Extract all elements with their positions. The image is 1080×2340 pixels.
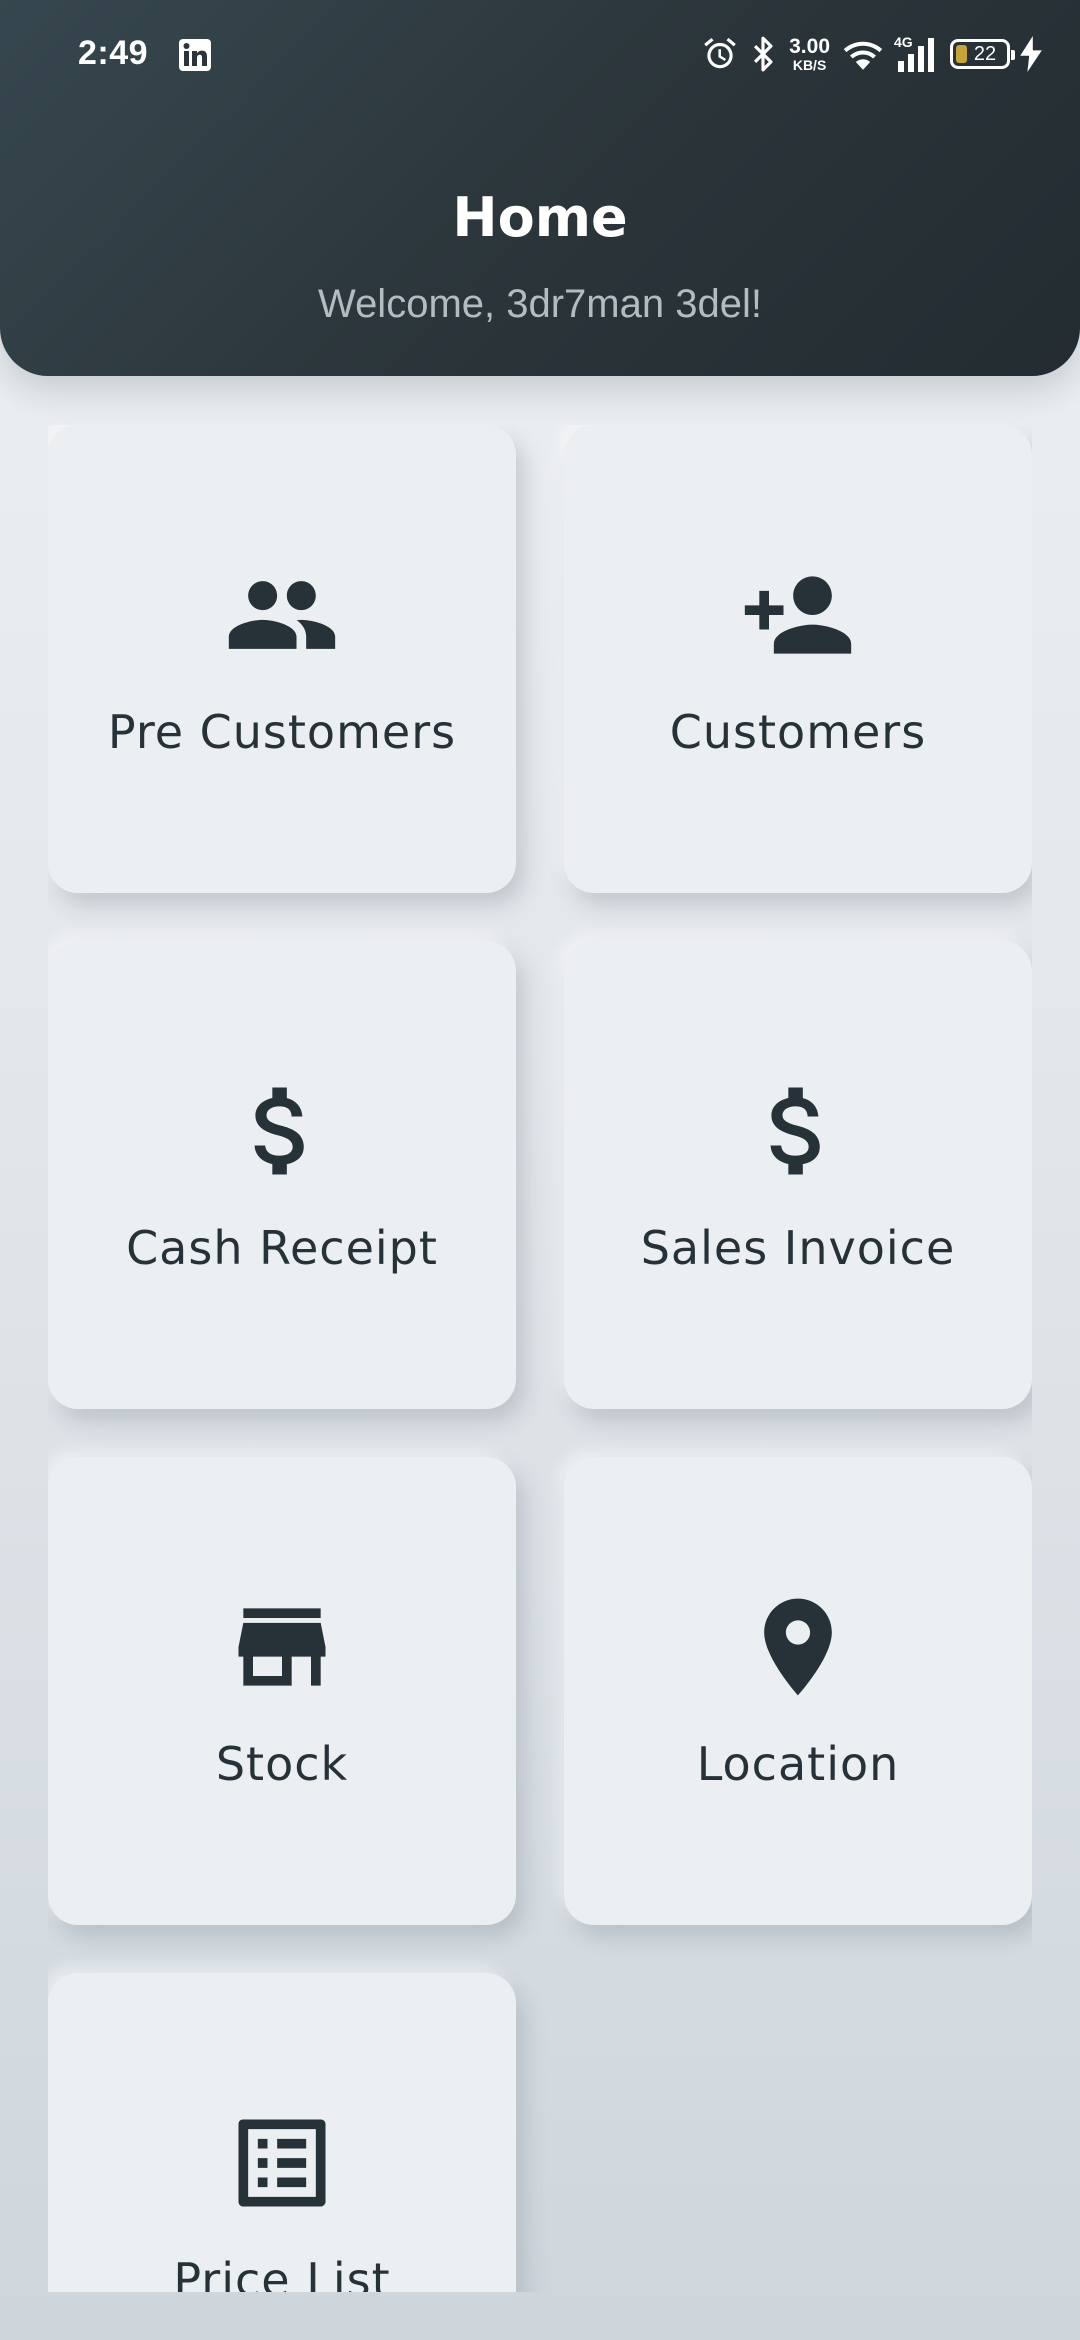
net-speed-unit: KB/S <box>792 57 827 73</box>
menu-card-label: Stock <box>215 1737 349 1791</box>
menu-card-sales-invoice[interactable]: Sales Invoice <box>564 941 1032 1409</box>
menu-card-stock[interactable]: Stock <box>48 1457 516 1925</box>
app-header: 2:49 3.00 KB/S 4G 22 Home Welcome, 3dr7m… <box>0 0 1080 376</box>
menu-card-pre-customers[interactable]: Pre Customers <box>48 425 516 893</box>
menu-card-label: Price List <box>173 2253 391 2292</box>
battery-fill <box>956 45 967 63</box>
menu-card-price-list[interactable]: Price List <box>48 1973 516 2292</box>
status-icons: 3.00 KB/S 4G 22 <box>701 32 1042 76</box>
menu-card-label: Cash Receipt <box>126 1221 438 1275</box>
page-title: Home <box>452 186 628 249</box>
signal-icon: 4G <box>894 34 940 74</box>
menu-card-cash-receipt[interactable]: Cash Receipt <box>48 941 516 1409</box>
location-pin-icon <box>764 1598 832 1696</box>
dollar-icon <box>770 1087 820 1175</box>
net-speed-value: 3.00 <box>789 35 830 58</box>
battery-icon: 22 <box>950 39 1015 69</box>
menu-card-customers[interactable]: Customers <box>564 425 1032 893</box>
menu-card-location[interactable]: Location <box>564 1457 1032 1925</box>
menu-card-label: Sales Invoice <box>640 1221 956 1275</box>
welcome-message: Welcome, 3dr7man 3del! <box>318 282 762 326</box>
status-time: 2:49 <box>78 34 149 72</box>
wifi-icon <box>843 41 883 70</box>
menu-card-label: Location <box>696 1737 900 1791</box>
menu-card-label: Pre Customers <box>107 705 457 759</box>
battery-level: 22 <box>973 42 997 65</box>
people-icon <box>228 581 336 649</box>
bluetooth-icon <box>754 36 773 72</box>
menu-card-label: Customers <box>669 705 927 759</box>
net-speed: 3.00 KB/S <box>789 36 830 72</box>
linkedin-icon <box>179 39 211 71</box>
list-alt-icon <box>238 2119 326 2207</box>
store-icon <box>238 1608 326 1686</box>
charging-icon <box>1020 36 1042 72</box>
dollar-icon <box>254 1087 304 1175</box>
person-add-icon <box>744 576 852 654</box>
menu-grid: Pre Customers Customers Cash Receipt Sal… <box>48 425 1032 2292</box>
status-bar: 2:49 3.00 KB/S 4G 22 <box>0 0 1080 110</box>
alarm-icon <box>704 37 736 69</box>
